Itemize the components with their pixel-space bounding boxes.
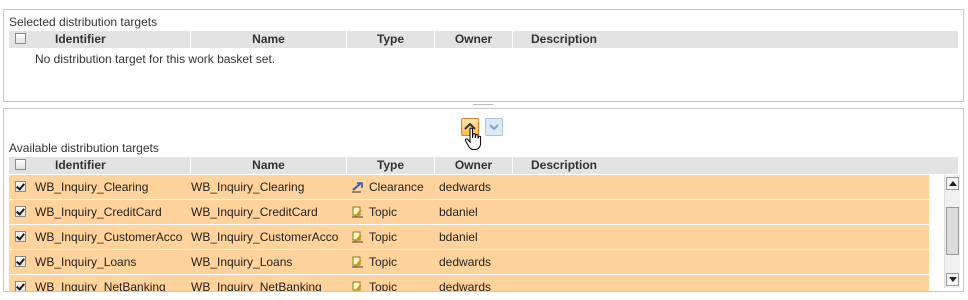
- row-name: WB_Inquiry_CustomerAcco: [191, 230, 339, 244]
- row-owner: bdaniel: [439, 230, 478, 244]
- column-owner[interactable]: Owner: [435, 157, 513, 174]
- column-type[interactable]: Type: [347, 157, 435, 174]
- scrollbar-thumb[interactable]: [946, 207, 959, 255]
- row-identifier: WB_Inquiry_CreditCard: [35, 205, 162, 219]
- row-checkbox[interactable]: [15, 231, 26, 242]
- column-name[interactable]: Name: [191, 31, 347, 48]
- row-type: Clearance: [369, 180, 424, 194]
- row-checkbox[interactable]: [15, 256, 26, 267]
- row-checkbox[interactable]: [15, 206, 26, 217]
- table-row[interactable]: WB_Inquiry_Loans WB_Inquiry_Loans Topic …: [9, 250, 929, 275]
- row-description: [531, 250, 911, 274]
- table-row[interactable]: WB_Inquiry_CreditCard WB_Inquiry_CreditC…: [9, 200, 929, 225]
- row-owner: bdaniel: [439, 205, 478, 219]
- chevron-down-icon: [489, 124, 499, 131]
- row-owner: dedwards: [439, 180, 492, 194]
- row-name: WB_Inquiry_Clearing: [191, 180, 305, 194]
- scroll-up-button[interactable]: [946, 177, 959, 190]
- row-identifier: WB_Inquiry_Loans: [35, 255, 137, 269]
- vertical-scrollbar[interactable]: [944, 175, 960, 288]
- available-table-header: Identifier Name Type Owner Description: [9, 157, 958, 174]
- row-identifier: WB_Inquiry_Clearing: [35, 180, 149, 194]
- table-row[interactable]: WB_Inquiry_CustomerAcco WB_Inquiry_Custo…: [9, 225, 929, 250]
- row-type: Topic: [369, 255, 398, 269]
- row-name: WB_Inquiry_Loans: [191, 255, 293, 269]
- empty-message: No distribution target for this work bas…: [35, 52, 276, 66]
- select-all-available-checkbox[interactable]: [15, 159, 26, 170]
- selected-table-header: Identifier Name Type Owner Description: [9, 31, 958, 48]
- column-description[interactable]: Description: [513, 157, 713, 174]
- row-checkbox[interactable]: [15, 181, 26, 192]
- row-type: Topic: [369, 205, 398, 219]
- selected-targets-panel: Selected distribution targets Identifier…: [3, 9, 964, 102]
- row-description: [531, 200, 911, 224]
- row-type: Topic: [369, 280, 398, 292]
- hand-pointer-icon: [464, 127, 482, 150]
- topic-icon: [352, 281, 362, 291]
- table-row[interactable]: WB_Inquiry_NetBanking WB_Inquiry_NetBank…: [9, 275, 929, 292]
- column-name[interactable]: Name: [191, 157, 347, 174]
- clearance-arrow-icon: [352, 182, 363, 193]
- row-name: WB_Inquiry_NetBanking: [191, 280, 322, 292]
- column-identifier[interactable]: Identifier: [33, 31, 191, 48]
- column-description[interactable]: Description: [513, 31, 713, 48]
- available-targets-title: Available distribution targets: [9, 141, 159, 155]
- row-type: Topic: [369, 230, 398, 244]
- row-description: [531, 275, 911, 291]
- row-identifier: WB_Inquiry_CustomerAcco: [35, 230, 183, 244]
- row-checkbox[interactable]: [15, 281, 26, 291]
- column-identifier[interactable]: Identifier: [33, 157, 191, 174]
- row-identifier: WB_Inquiry_NetBanking: [35, 280, 166, 292]
- topic-icon: [352, 256, 363, 268]
- selected-targets-title: Selected distribution targets: [9, 15, 158, 29]
- select-all-selected-checkbox[interactable]: [15, 33, 26, 44]
- topic-icon: [352, 206, 363, 218]
- row-owner: dedwards: [439, 255, 492, 269]
- column-type[interactable]: Type: [347, 31, 435, 48]
- topic-icon: [352, 231, 363, 243]
- row-description: [531, 225, 911, 249]
- column-owner[interactable]: Owner: [435, 31, 513, 48]
- row-name: WB_Inquiry_CreditCard: [191, 205, 318, 219]
- row-owner: dedwards: [439, 280, 492, 292]
- scroll-down-button[interactable]: [946, 273, 959, 286]
- move-down-button[interactable]: [485, 118, 503, 136]
- table-row[interactable]: WB_Inquiry_Clearing WB_Inquiry_Clearing …: [9, 175, 929, 200]
- row-description: [531, 175, 911, 199]
